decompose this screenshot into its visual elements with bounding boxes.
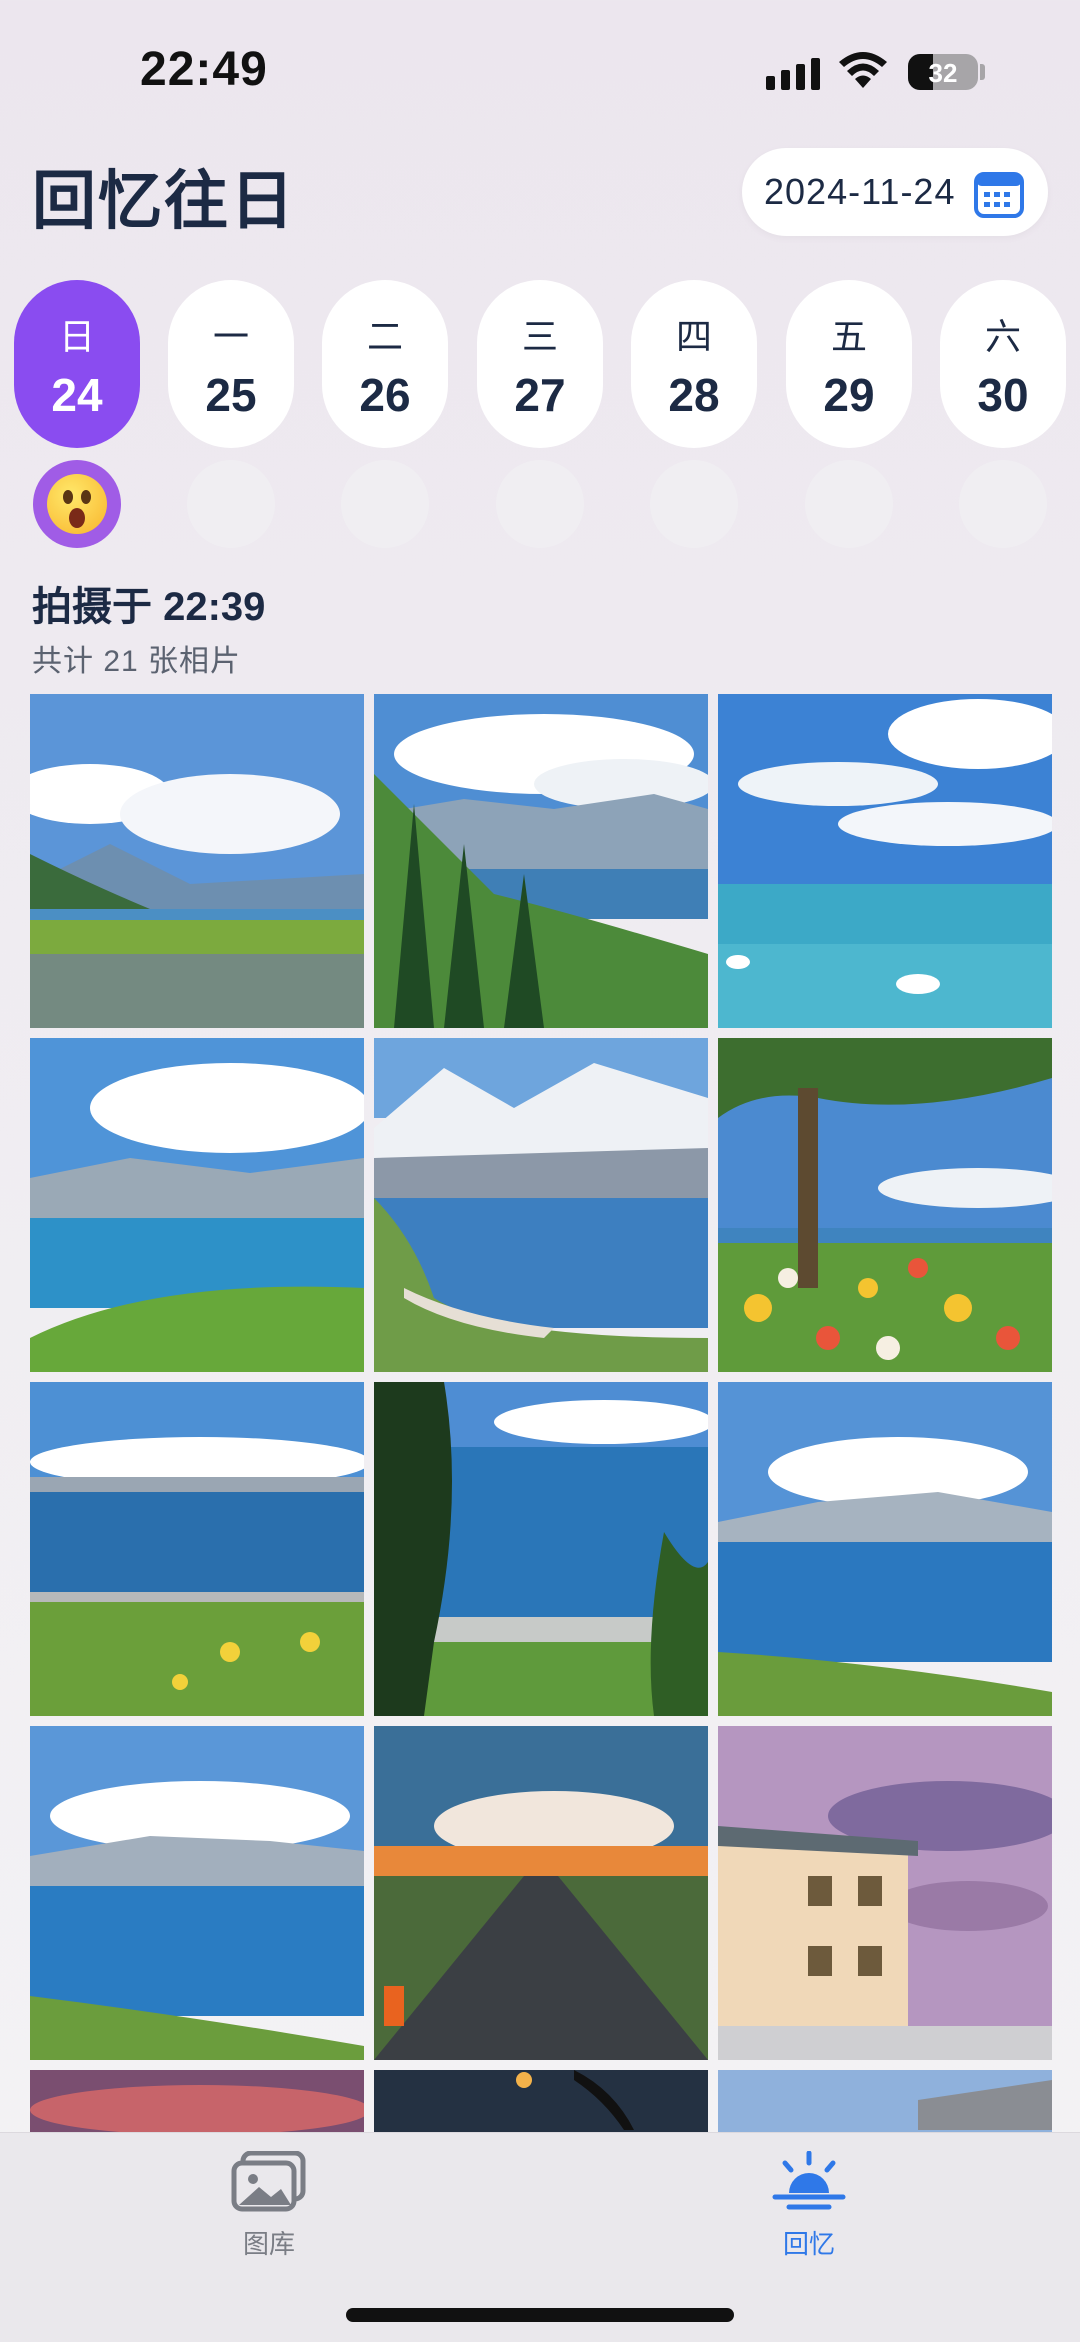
mood-indicator-29[interactable] <box>805 460 893 548</box>
day-number: 24 <box>51 369 103 421</box>
day-card-26[interactable]: 二 26 <box>322 280 448 448</box>
weekday-label: 三 <box>521 316 558 357</box>
photo-blue-sky-roof[interactable] <box>718 2070 1052 2134</box>
page-title: 回忆往日 <box>32 165 296 237</box>
weekday-label: 一 <box>212 316 249 357</box>
day-number: 30 <box>977 369 1029 421</box>
battery-cap <box>980 64 985 80</box>
photo-sunset-sky[interactable] <box>30 2070 364 2134</box>
battery-level: 32 <box>928 58 958 88</box>
status-time: 22:49 <box>140 43 268 96</box>
day-number: 29 <box>823 369 875 421</box>
day-card-30[interactable]: 六 30 <box>940 280 1066 448</box>
mood-indicator-27[interactable] <box>496 460 584 548</box>
date-picker-button[interactable]: 2024-11-24 <box>742 148 1048 236</box>
weekday-label: 六 <box>984 316 1021 357</box>
week-selector: 日 24 一 25 二 26 三 27 四 28 五 29 六 30 <box>14 280 1080 450</box>
day-card-24[interactable]: 日 24 <box>14 280 140 448</box>
photo-grid <box>30 694 1052 2134</box>
wifi-icon <box>838 52 888 95</box>
photo-count: 共计 21 张相片 <box>32 645 242 678</box>
day-card-27[interactable]: 三 27 <box>477 280 603 448</box>
tab-memories[interactable]: 回忆 <box>709 2150 909 2261</box>
mood-indicator-26[interactable] <box>341 460 429 548</box>
battery-icon: 32 <box>908 54 978 90</box>
capture-time: 拍摄于 22:39 <box>32 585 266 629</box>
photo-lake-cloud-shore[interactable] <box>718 1382 1052 1716</box>
photo-lake-pine-slope[interactable] <box>374 694 708 1028</box>
tab-label: 图库 <box>242 2229 295 2259</box>
weekday-label: 五 <box>830 316 867 357</box>
tab-label: 回忆 <box>782 2229 835 2259</box>
surprised-emoji-icon <box>47 474 107 534</box>
photo-snow-mountain-lake[interactable] <box>374 1038 708 1372</box>
mood-indicator-24[interactable] <box>33 460 121 548</box>
photo-palm-dusk[interactable] <box>374 2070 708 2134</box>
photo-tree-poppies[interactable] <box>718 1038 1052 1372</box>
photo-lake-yellow-flowers[interactable] <box>30 1382 364 1716</box>
day-card-28[interactable]: 四 28 <box>631 280 757 448</box>
weekday-label: 四 <box>675 316 712 357</box>
day-number: 26 <box>359 369 411 421</box>
tab-gallery[interactable]: 图库 <box>169 2150 369 2261</box>
photo-lake-swans[interactable] <box>718 694 1052 1028</box>
mood-indicator-25[interactable] <box>187 460 275 548</box>
photo-lake-through-trees[interactable] <box>374 1382 708 1716</box>
cellular-signal-icon <box>766 58 820 90</box>
photo-highway-sunset[interactable] <box>374 1726 708 2060</box>
day-number: 28 <box>668 369 720 421</box>
photo-lake-green-shore[interactable] <box>30 1038 364 1372</box>
day-card-29[interactable]: 五 29 <box>786 280 912 448</box>
photo-lake-cloud-shore-2[interactable] <box>30 1726 364 2060</box>
day-number: 25 <box>205 369 257 421</box>
photos-icon <box>231 2150 307 2217</box>
day-card-25[interactable]: 一 25 <box>168 280 294 448</box>
mood-indicator-28[interactable] <box>650 460 738 548</box>
mood-indicator-30[interactable] <box>959 460 1047 548</box>
photo-lake-meadow-flowers[interactable] <box>30 694 364 1028</box>
status-bar: 22:49 32 <box>0 0 1080 140</box>
calendar-icon <box>974 168 1024 223</box>
selected-date: 2024-11-24 <box>764 171 956 212</box>
weekday-label: 二 <box>366 316 403 357</box>
sunrise-icon <box>771 2150 847 2217</box>
home-indicator[interactable] <box>346 2308 734 2322</box>
photo-building-pink-sky[interactable] <box>718 1726 1052 2060</box>
weekday-label: 日 <box>58 316 95 357</box>
day-number: 27 <box>514 369 566 421</box>
